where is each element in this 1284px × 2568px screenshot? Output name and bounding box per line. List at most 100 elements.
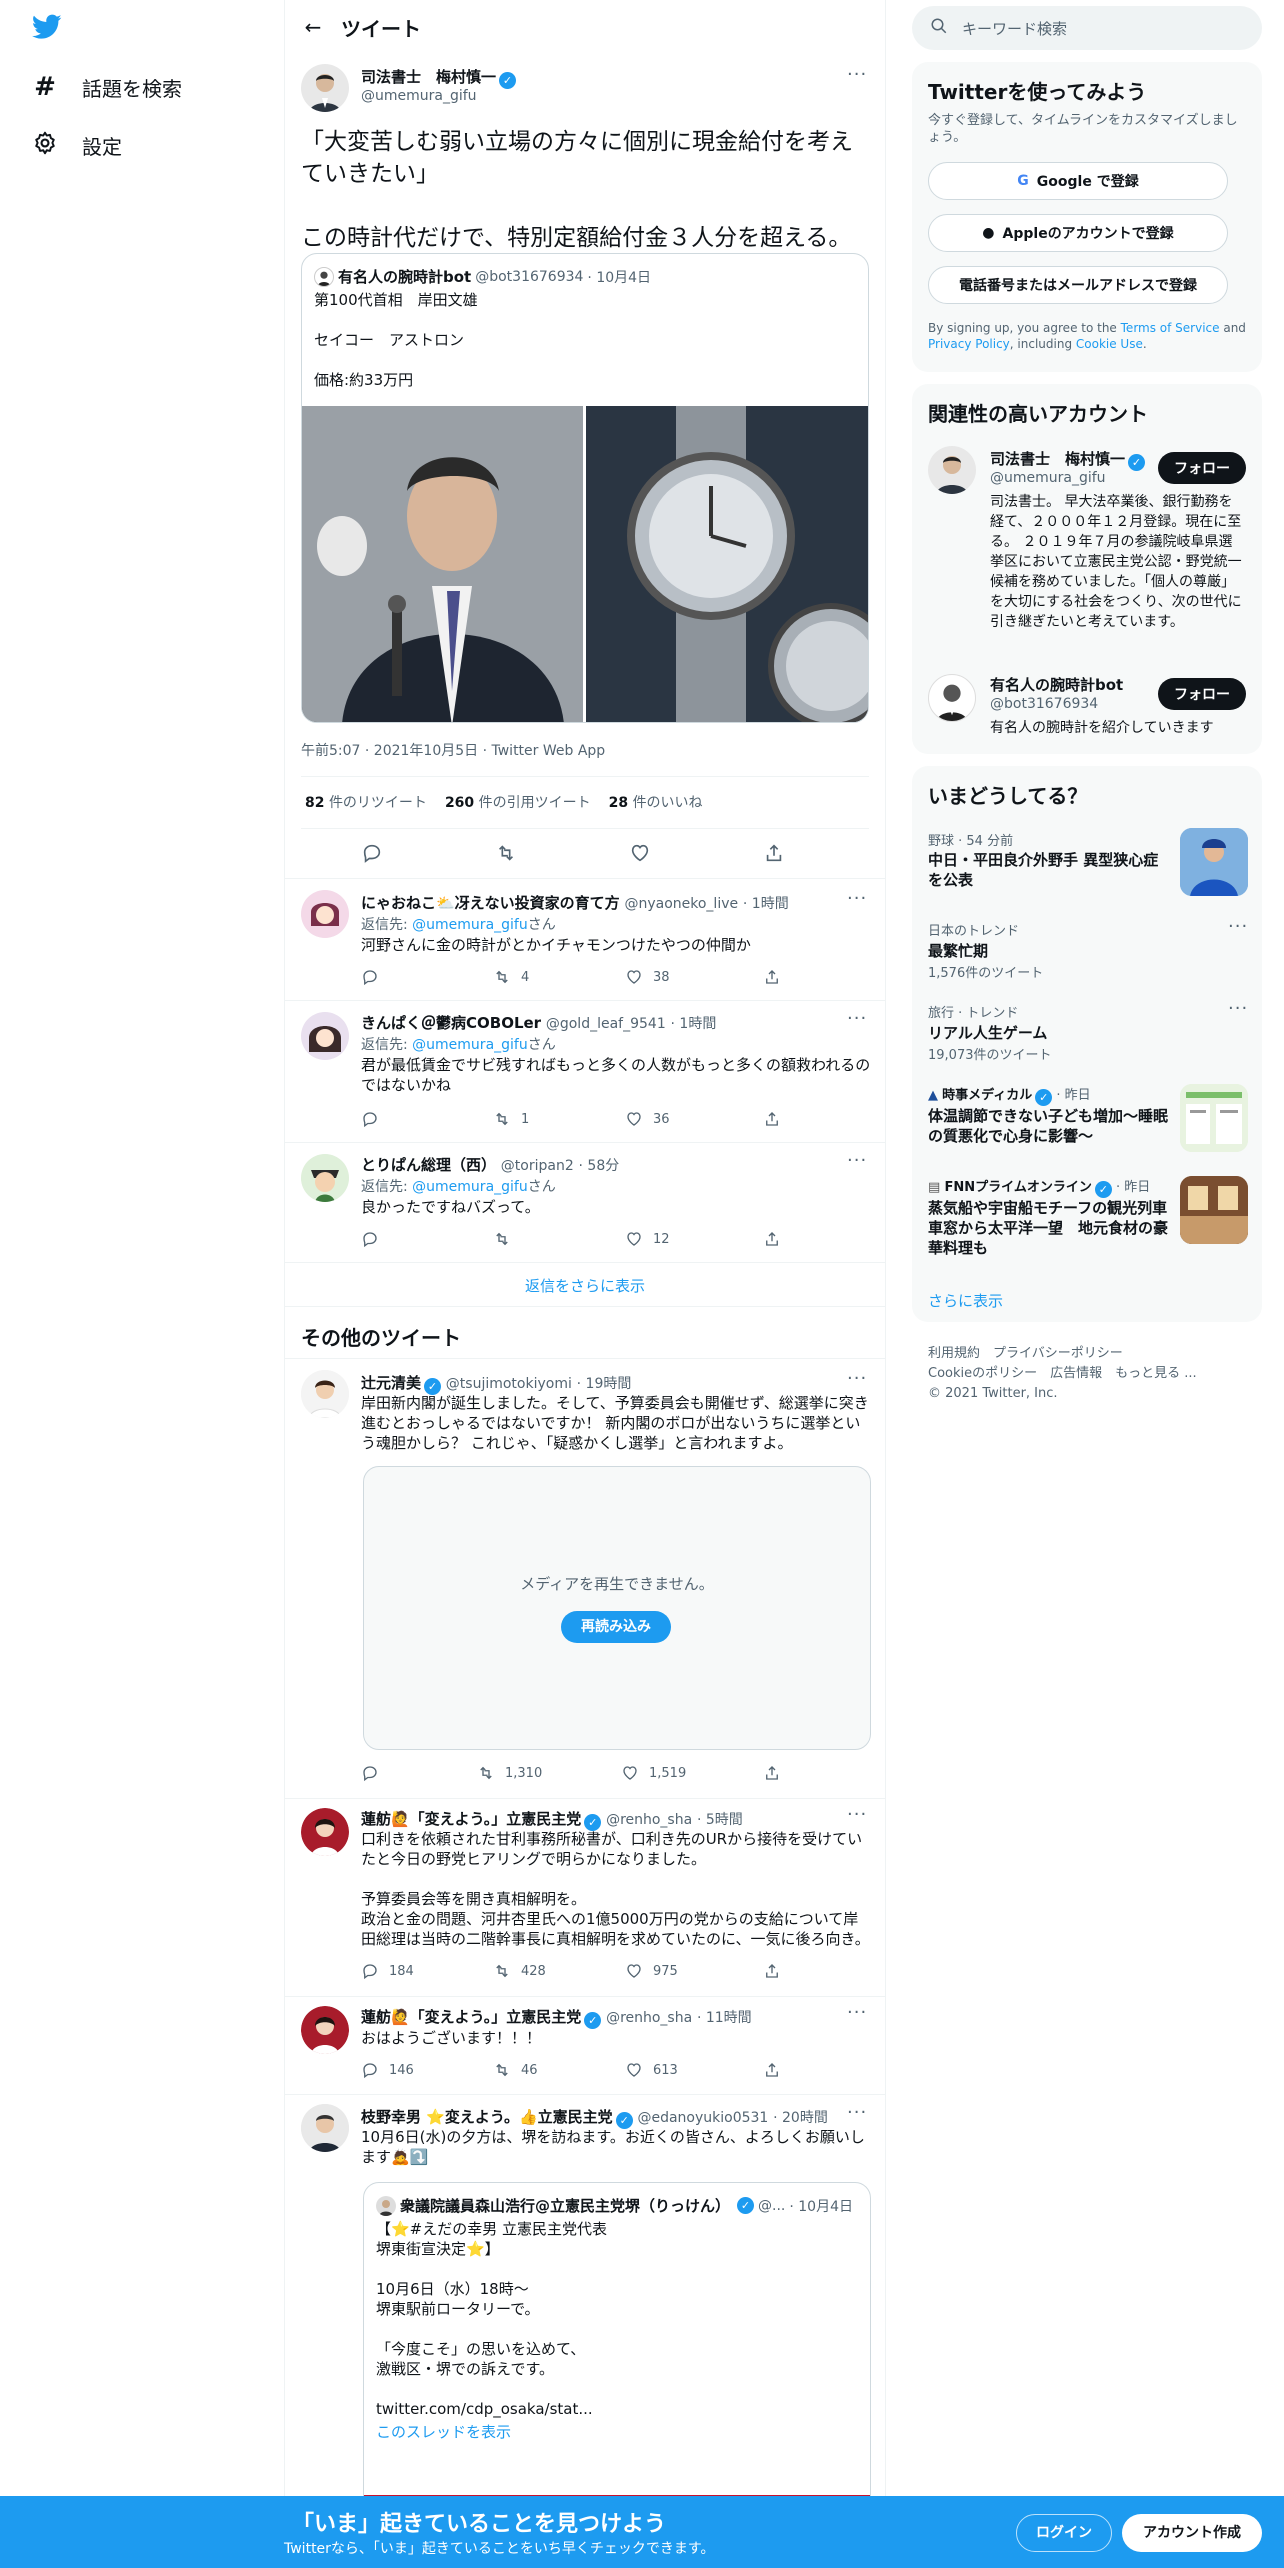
retweet-button[interactable] (493, 1230, 521, 1248)
more-options-icon[interactable]: ··· (847, 1368, 867, 1389)
account-name[interactable]: 司法書士 梅村慎一 (990, 450, 1125, 468)
reply-button[interactable] (361, 968, 379, 986)
reply-button[interactable]: 146 (361, 2061, 414, 2079)
more-options-icon[interactable]: ··· (847, 1008, 867, 1029)
reply-button[interactable] (361, 1110, 379, 1128)
terms-link[interactable]: Terms of Service (1121, 321, 1220, 335)
tweet-author-handle[interactable]: @tsujimotokiyomi (446, 1376, 572, 1392)
retweet-button[interactable]: 1 (493, 1110, 529, 1128)
reply-button[interactable] (361, 1230, 379, 1248)
footer-line[interactable]: Cookieのポリシー 広告情報 もっと見る ... (928, 1364, 1197, 1384)
more-options-icon[interactable]: ··· (1228, 998, 1248, 1019)
reply-button[interactable] (361, 1764, 389, 1782)
quote-image-person[interactable] (302, 406, 583, 722)
tweet-author-name[interactable]: 蓮舫🙋「変えよう。」立憲民主党 (361, 2008, 581, 2026)
share-button[interactable] (763, 968, 781, 986)
quoted-tweet[interactable]: 有名人の腕時計bot @bot31676934 · 10月4日 第100代首相 … (301, 253, 869, 723)
avatar[interactable] (928, 674, 976, 722)
reply-author-name[interactable]: にゃおねこ⛅冴えない投資家の育て方 (361, 894, 620, 912)
tweet-author-handle[interactable]: @edanoyukio0531 (637, 2110, 768, 2126)
account-name[interactable]: 有名人の腕時計bot (990, 676, 1123, 694)
avatar[interactable] (301, 1154, 349, 1202)
tweet-author-name[interactable]: 辻元清美 (361, 1374, 421, 1392)
like-button[interactable]: 38 (625, 968, 670, 986)
like-button[interactable]: 975 (625, 1962, 678, 1980)
phone-email-signup-button[interactable]: 電話番号またはメールアドレスで登録 (928, 266, 1228, 304)
google-signup-button[interactable]: G Google で登録 (928, 162, 1228, 200)
tweet-time[interactable]: · 19時間 (577, 1376, 632, 1392)
reply-button[interactable] (361, 842, 383, 864)
reply-to-link[interactable]: @umemura_gifu (412, 1037, 528, 1053)
more-options-icon[interactable]: ··· (847, 2102, 867, 2123)
trend-image[interactable] (1180, 828, 1248, 896)
retweet-button[interactable]: 46 (493, 2061, 538, 2079)
follow-button[interactable]: フォロー (1158, 678, 1246, 710)
reply-author-handle[interactable]: @toripan2 (501, 1158, 574, 1174)
show-more-trends[interactable]: さらに表示 (928, 1290, 1003, 1311)
reply-author-name[interactable]: とりぱん総理（西） (361, 1156, 496, 1174)
retweet-button[interactable]: 4 (493, 968, 529, 986)
retweet-button[interactable]: 428 (493, 1962, 546, 1980)
more-options-icon[interactable]: ··· (847, 2002, 867, 2023)
quote-image-watch[interactable] (586, 406, 868, 722)
retweet-stat[interactable]: 82 件のリツイート (305, 792, 427, 812)
reply-to-link[interactable]: @umemura_gifu (412, 1179, 528, 1195)
reload-button[interactable]: 再読み込み (561, 1611, 671, 1643)
author-handle[interactable]: @umemura_gifu (361, 88, 477, 104)
like-button[interactable]: 613 (625, 2061, 678, 2079)
media-player[interactable]: メディアを再生できません。 再読み込み (363, 1466, 871, 1750)
share-button[interactable] (763, 1110, 781, 1128)
nav-settings[interactable]: 設定 (32, 130, 122, 161)
share-button[interactable] (763, 842, 785, 864)
share-button[interactable] (763, 1764, 781, 1782)
privacy-link[interactable]: Privacy Policy (928, 337, 1010, 351)
avatar[interactable] (928, 446, 976, 494)
reply-time[interactable]: · 1時間 (671, 1016, 717, 1032)
trend-image[interactable] (1180, 1176, 1248, 1244)
share-button[interactable] (763, 2061, 781, 2079)
reply-button[interactable]: 184 (361, 1962, 414, 1980)
reply-time[interactable]: · 58分 (579, 1158, 620, 1174)
signup-button[interactable]: アカウント作成 (1122, 2514, 1262, 2552)
show-thread-link[interactable]: このスレッドを表示 (376, 2421, 511, 2442)
like-stat[interactable]: 28 件のいいね (609, 792, 703, 812)
more-options-icon[interactable]: ··· (847, 1804, 867, 1825)
tweet-author-handle[interactable]: @renho_sha (606, 1812, 692, 1828)
account-handle[interactable]: @bot31676934 (990, 696, 1098, 712)
show-more-replies[interactable]: 返信をさらに表示 (285, 1275, 885, 1296)
avatar[interactable] (301, 1012, 349, 1060)
avatar[interactable] (301, 1808, 349, 1856)
like-button[interactable]: 1,519 (621, 1764, 686, 1782)
retweet-button[interactable]: 1,310 (477, 1764, 542, 1782)
reply-author-handle[interactable]: @nyaoneko_live (624, 896, 738, 912)
quote-stat[interactable]: 260 件の引用ツイート (445, 792, 591, 812)
cookie-link[interactable]: Cookie Use (1076, 337, 1143, 351)
retweet-button[interactable] (495, 842, 517, 864)
reply-time[interactable]: · 1時間 (743, 896, 789, 912)
more-options-icon[interactable]: ··· (847, 64, 867, 85)
back-arrow-icon[interactable]: ← (285, 15, 341, 39)
share-button[interactable] (763, 1962, 781, 1980)
avatar[interactable] (301, 2006, 349, 2054)
footer-line[interactable]: 利用規約 プライバシーポリシー (928, 1344, 1197, 1364)
author-name[interactable]: 司法書士 梅村慎一 (361, 68, 496, 86)
twitter-logo-icon[interactable] (32, 14, 62, 44)
reply-author-handle[interactable]: @gold_leaf_9541 (546, 1016, 666, 1032)
like-button[interactable]: 12 (625, 1230, 670, 1248)
tweet-author-name[interactable]: 蓮舫🙋「変えよう。」立憲民主党 (361, 1810, 581, 1828)
more-options-icon[interactable]: ··· (1228, 916, 1248, 937)
nav-explore[interactable]: # 話題を検索 (32, 72, 182, 102)
tweet-author-name[interactable]: 枝野幸男 ⭐変えよう。👍立憲民主党 (361, 2108, 613, 2126)
like-button[interactable] (629, 842, 651, 864)
tweet-time[interactable]: · 5時間 (697, 1812, 743, 1828)
tweet-time[interactable]: · 11時間 (697, 2010, 752, 2026)
apple-signup-button[interactable]: ● Appleのアカウントで登録 (928, 214, 1228, 252)
reply-author-name[interactable]: きんぱく＠鬱病COBOLer (361, 1014, 541, 1032)
more-options-icon[interactable]: ··· (847, 1150, 867, 1171)
tweet-time[interactable]: · 20時間 (773, 2110, 828, 2126)
share-button[interactable] (763, 1230, 781, 1248)
reply-to-link[interactable]: @umemura_gifu (412, 917, 528, 933)
login-button[interactable]: ログイン (1016, 2514, 1112, 2552)
avatar[interactable] (301, 64, 349, 112)
trend-image[interactable] (1180, 1084, 1248, 1152)
